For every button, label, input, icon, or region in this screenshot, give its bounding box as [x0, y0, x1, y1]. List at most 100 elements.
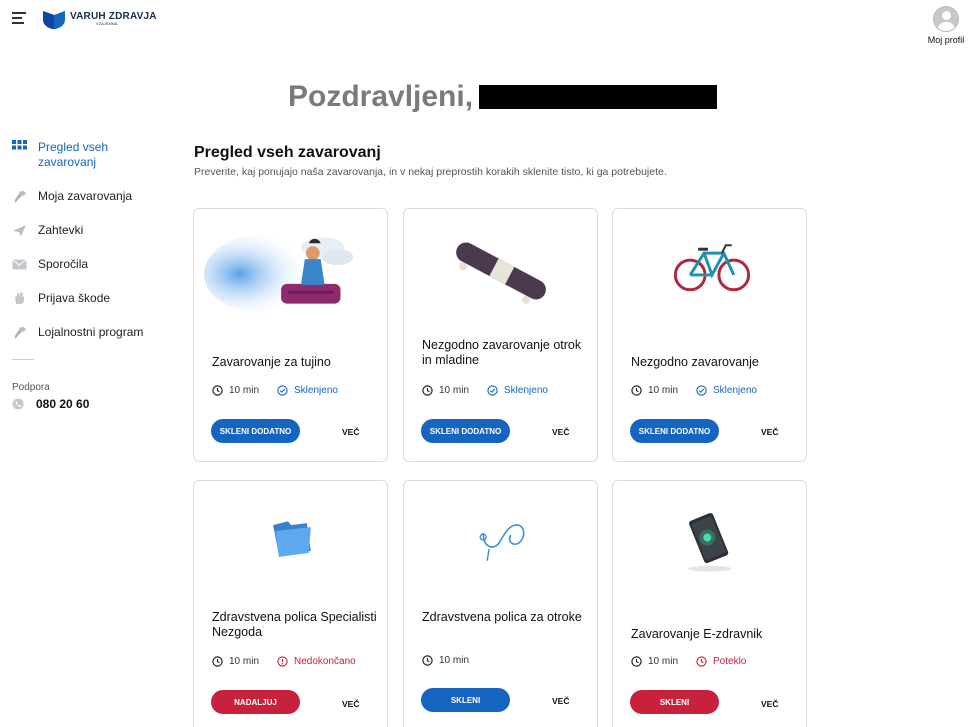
card-duration: 10 min	[648, 385, 679, 396]
more-link[interactable]: VEČ	[342, 699, 359, 709]
card-status-text: Sklenjeno	[504, 385, 548, 396]
card-status-text: Poteklo	[713, 656, 747, 667]
brand-sub: VZAJEMNA	[96, 21, 118, 26]
continue-button[interactable]: NADALJUJ	[211, 690, 300, 714]
phone-illustration	[688, 513, 732, 572]
clock-icon	[631, 385, 642, 396]
conclude-button[interactable]: SKLENI	[421, 688, 510, 712]
sidebar-item-label: Prijava škode	[38, 291, 111, 305]
sidebar-item-label: Moja zavarovanja	[38, 189, 133, 203]
support-label: Podpora	[12, 382, 50, 393]
check-circle-icon	[277, 385, 288, 396]
conclude-button[interactable]: SKLENI	[630, 690, 719, 714]
card-meta: 10 min Sklenjeno	[631, 385, 757, 396]
sidebar-item-label: Pregled vseh zavarovanj	[38, 140, 109, 169]
more-link[interactable]: VEČ	[342, 427, 359, 437]
card-duration: 10 min	[439, 655, 470, 666]
conclude-additional-button[interactable]: SKLENI DODATNO	[211, 419, 300, 443]
card-status: Poteklo	[696, 656, 746, 667]
insurance-card: Nezgodno zavarovanje otrok in mladine 10…	[403, 208, 598, 462]
umbrella-icon	[14, 190, 26, 203]
card-meta: 10 min Nedokončano	[212, 656, 356, 667]
card-status-text: Sklenjeno	[294, 385, 338, 396]
page-title: Pregled vseh zavarovanj	[194, 144, 381, 161]
sidebar-item-my-insurances[interactable]: Moja zavarovanja	[12, 189, 172, 204]
card-duration: 10 min	[229, 385, 260, 396]
traveler-illustration	[203, 234, 354, 314]
greeting-text: Pozdravljeni,	[288, 80, 474, 113]
clock-icon	[212, 385, 223, 396]
sidebar-item-claims[interactable]: Zahtevki	[12, 223, 172, 238]
check-circle-icon	[696, 385, 707, 396]
sidebar: Pregled vseh zavarovanj Moja zavarovanja…	[12, 140, 172, 411]
umbrella-icon	[14, 326, 26, 339]
card-status-text: Nedokončano	[294, 656, 356, 667]
clock-icon	[422, 385, 433, 396]
menu-icon[interactable]	[12, 12, 26, 24]
sidebar-item-label: Zahtevki	[38, 223, 84, 237]
alert-circle-icon	[277, 656, 288, 667]
shield-logo-icon	[43, 11, 65, 29]
grid-icon	[12, 140, 27, 150]
bicycle-illustration	[673, 244, 751, 292]
card-status: Sklenjeno	[277, 385, 338, 396]
card-duration: 10 min	[229, 656, 260, 667]
redacted-name	[479, 85, 718, 109]
logo[interactable]: VARUH ZDRAVJA VZAJEMNA	[42, 8, 157, 30]
clock-icon	[631, 656, 642, 667]
card-title: Zdravstvena polica za otroke	[422, 610, 582, 624]
insurance-card: Zavarovanje E-zdravnik 10 min Poteklo SK…	[612, 480, 807, 727]
card-title: Zdravstvena polica Specialisti Nezgoda	[212, 610, 377, 639]
more-link[interactable]: VEČ	[761, 427, 778, 437]
clock-icon	[422, 655, 433, 666]
card-status: Nedokončano	[277, 656, 356, 667]
conclude-additional-button[interactable]: SKLENI DODATNO	[421, 419, 510, 443]
card-title: Nezgodno zavarovanje otrok in mladine	[422, 338, 582, 367]
sidebar-item-label: Lojalnostni program	[38, 325, 144, 339]
insurance-card: Zavarovanje za tujino 10 min Sklenjeno S…	[193, 208, 388, 462]
sidebar-item-overview[interactable]: Pregled vseh zavarovanj	[12, 140, 172, 170]
card-status: Sklenjeno	[696, 385, 757, 396]
conclude-additional-button[interactable]: SKLENI DODATNO	[630, 419, 719, 443]
support-phone-number: 080 20 60	[36, 397, 90, 411]
card-title: Zavarovanje E-zdravnik	[631, 627, 763, 641]
card-title: Zavarovanje za tujino	[212, 355, 331, 369]
phone-icon	[12, 398, 24, 410]
card-title: Nezgodno zavarovanje	[631, 355, 759, 369]
sidebar-divider	[12, 359, 34, 360]
insurance-card: Zdravstvena polica Specialisti Nezgoda 1…	[193, 480, 388, 727]
sidebar-item-label: Sporočila	[38, 257, 89, 271]
insurance-card: Nezgodno zavarovanje 10 min Sklenjeno SK…	[612, 208, 807, 462]
card-meta: 10 min Poteklo	[631, 656, 746, 667]
skateboard-illustration	[456, 242, 546, 304]
profile-button[interactable]: Moj profil	[924, 6, 968, 45]
card-status: Sklenjeno	[487, 385, 548, 396]
check-circle-icon	[487, 385, 498, 396]
page-subtitle: Preverite, kaj ponujajo naša zavarovanja…	[194, 166, 667, 178]
stethoscope-illustration	[479, 524, 525, 561]
sidebar-item-messages[interactable]: Sporočila	[12, 257, 172, 272]
more-link[interactable]: VEČ	[552, 696, 569, 706]
hand-icon	[15, 292, 24, 304]
envelope-icon	[12, 259, 27, 270]
sidebar-item-loyalty[interactable]: Lojalnostni program	[12, 325, 172, 340]
paper-plane-icon	[13, 225, 26, 236]
avatar-icon	[933, 6, 959, 32]
card-duration: 10 min	[439, 385, 470, 396]
greeting-heading: Pozdravljeni,	[288, 80, 718, 114]
card-meta: 10 min	[422, 655, 469, 666]
profile-label: Moj profil	[927, 35, 965, 45]
more-link[interactable]: VEČ	[761, 699, 778, 709]
card-duration: 10 min	[648, 656, 679, 667]
card-meta: 10 min Sklenjeno	[212, 385, 338, 396]
sidebar-item-damage-report[interactable]: Prijava škode	[12, 291, 172, 306]
clock-expired-icon	[696, 656, 707, 667]
insurance-card: Zdravstvena polica za otroke 10 min SKLE…	[403, 480, 598, 727]
folder-illustration	[273, 521, 311, 557]
clock-icon	[212, 656, 223, 667]
support-phone[interactable]: 080 20 60	[12, 397, 172, 411]
card-status-text: Sklenjeno	[713, 385, 757, 396]
top-bar: VARUH ZDRAVJA VZAJEMNA Moj profil	[0, 0, 968, 45]
more-link[interactable]: VEČ	[552, 427, 569, 437]
card-meta: 10 min Sklenjeno	[422, 385, 548, 396]
